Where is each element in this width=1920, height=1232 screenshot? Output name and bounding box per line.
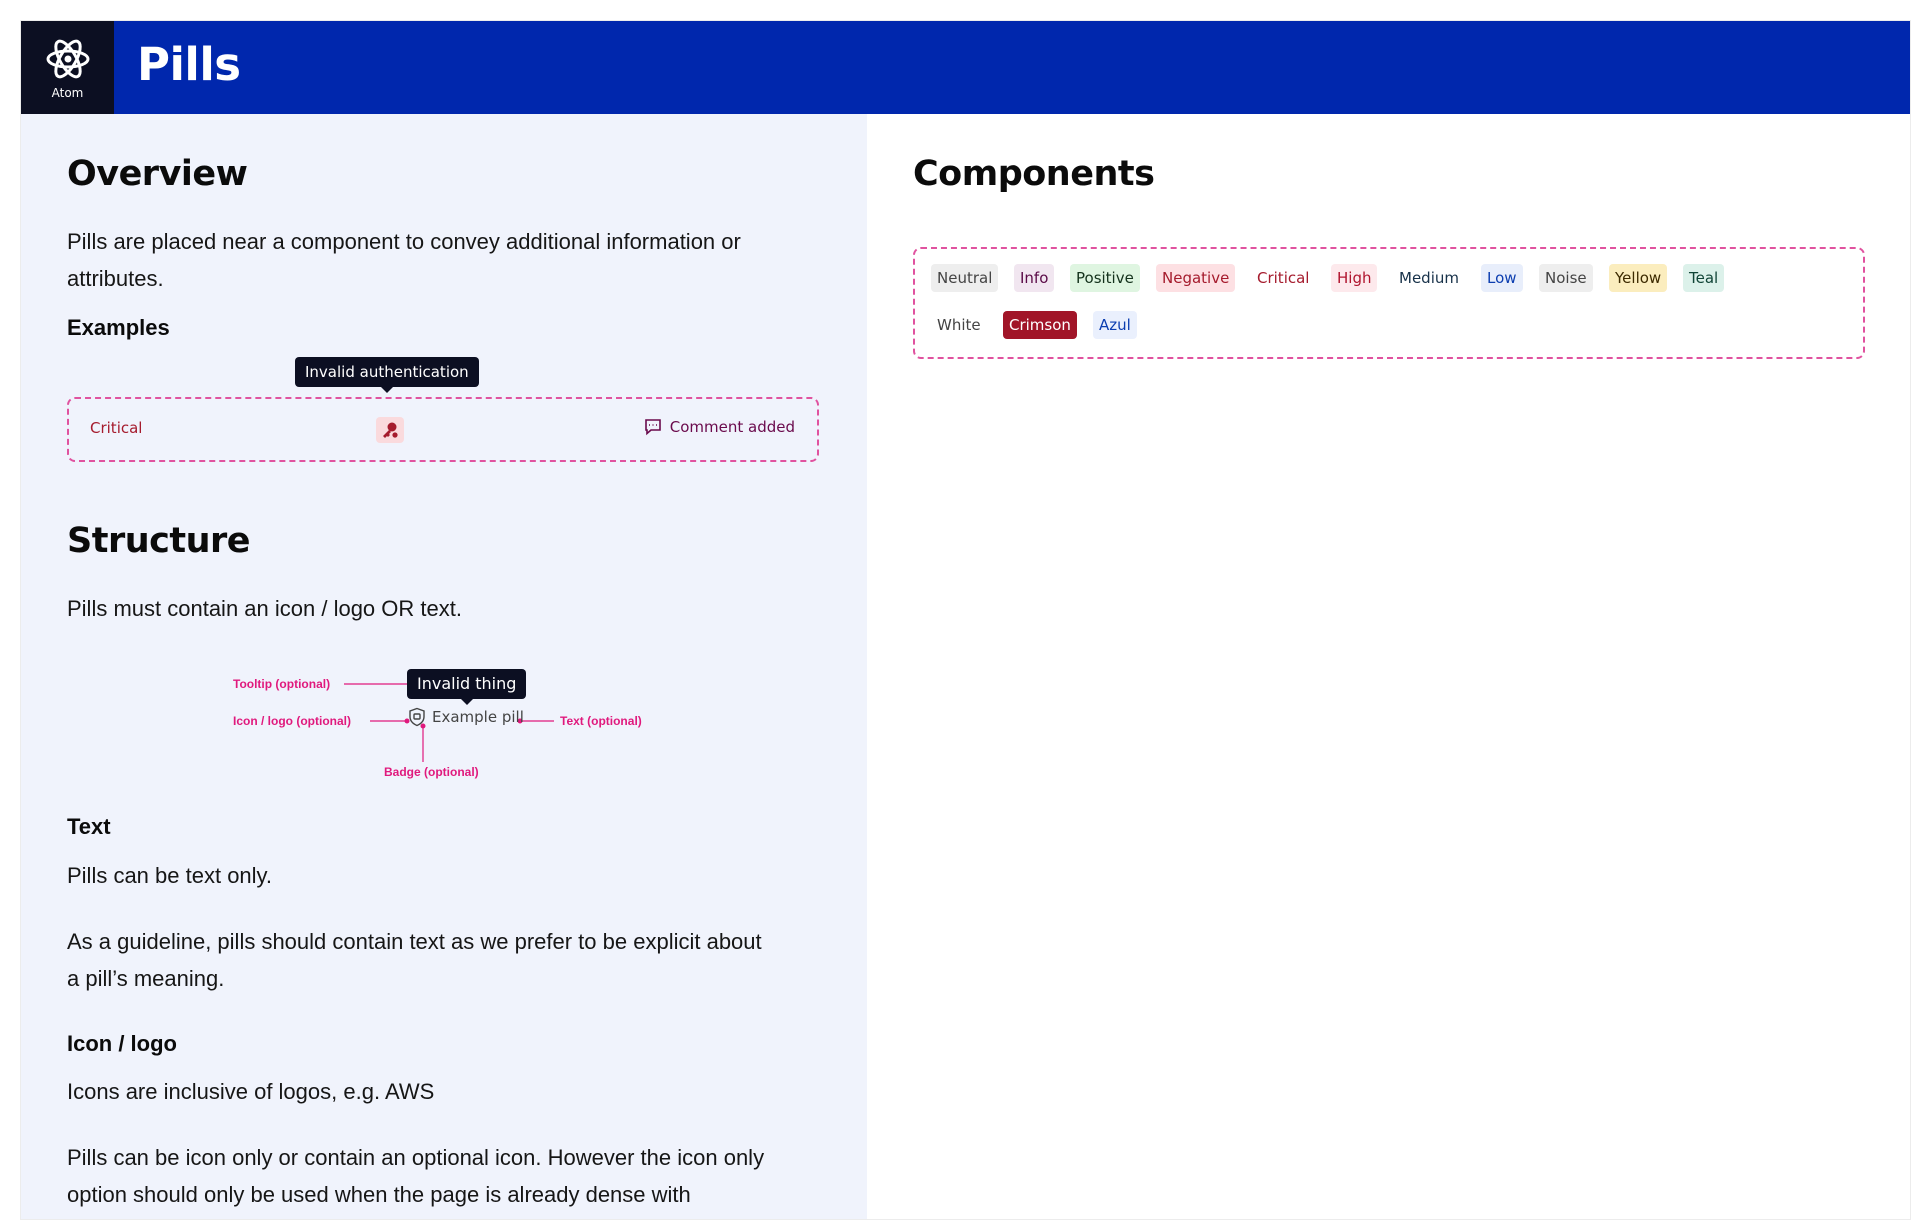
atom-icon <box>46 39 89 78</box>
text-annotation: Text (optional) <box>560 714 642 728</box>
pill-negative[interactable]: Negative <box>1156 264 1236 292</box>
icon-annotation: Icon / logo (optional) <box>233 714 351 728</box>
structure-heading: Structure <box>67 521 251 561</box>
pill-white[interactable]: White <box>931 311 987 339</box>
page-title: Pills <box>137 38 241 91</box>
comment-icon <box>644 419 661 436</box>
key-alert-pill[interactable] <box>376 417 404 443</box>
pill-positive[interactable]: Positive <box>1070 264 1140 292</box>
comment-added-pill[interactable]: Comment added <box>644 418 795 436</box>
structure-description: Pills must contain an icon / logo OR tex… <box>67 596 462 621</box>
page-frame: Atom Pills Overview Pills are placed nea… <box>20 20 1911 1220</box>
header-bar: Atom Pills <box>21 21 1910 114</box>
docs-panel: Overview Pills are placed near a compone… <box>21 114 867 1219</box>
logo-label: Atom <box>51 85 84 100</box>
examples-box: Critical Comment added <box>67 397 819 462</box>
icon-logo-heading: Icon / logo <box>67 1031 177 1056</box>
pill-high[interactable]: High <box>1331 264 1378 292</box>
icon-paragraph-1: Icons are inclusive of logos, e.g. AWS <box>67 1079 435 1104</box>
components-box: Neutral Info Positive Negative Critical High M… <box>913 247 1865 359</box>
pill-teal[interactable]: Teal <box>1683 264 1725 292</box>
invalid-thing-tooltip: Invalid thing <box>407 669 527 699</box>
pill-info[interactable]: Info <box>1014 264 1055 292</box>
pill-noise[interactable]: Noise <box>1539 264 1593 292</box>
text-paragraph-1: Pills can be text only. <box>67 863 273 888</box>
invalid-authentication-tooltip: Invalid authentication <box>295 357 479 387</box>
text-heading: Text <box>67 814 111 839</box>
atom-logo[interactable]: Atom <box>21 21 114 114</box>
pill-yellow[interactable]: Yellow <box>1609 264 1668 292</box>
icon-paragraph-2-line2: option should only be used when the page… <box>67 1182 691 1207</box>
tooltip-annotation: Tooltip (optional) <box>233 677 331 691</box>
pill-medium[interactable]: Medium <box>1393 264 1465 292</box>
pill-neutral[interactable]: Neutral <box>931 264 999 292</box>
text-paragraph-2-line2: a pill’s meaning. <box>67 966 225 991</box>
pill-crimson[interactable]: Crimson <box>1003 311 1077 339</box>
critical-pill[interactable]: Critical <box>90 419 142 437</box>
comment-label: Comment added <box>669 418 795 436</box>
overview-description-line2: attributes. <box>67 266 164 291</box>
pill-critical[interactable]: Critical <box>1251 264 1316 292</box>
components-heading: Components <box>913 154 1155 194</box>
example-pill-label: Example pill <box>432 708 524 726</box>
key-alert-icon <box>383 422 399 439</box>
overview-description-line1: Pills are placed near a component to con… <box>67 229 741 254</box>
text-paragraph-2-line1: As a guideline, pills should contain tex… <box>67 929 762 954</box>
examples-heading: Examples <box>67 315 170 340</box>
example-pill[interactable]: Example pill <box>402 704 530 730</box>
components-panel: Components Neutral Info Positive Negative Cr… <box>867 114 1910 1219</box>
badge-annotation: Badge (optional) <box>384 765 479 779</box>
pill-low[interactable]: Low <box>1481 264 1523 292</box>
overview-heading: Overview <box>67 154 248 194</box>
pill-azul[interactable]: Azul <box>1093 311 1137 339</box>
shield-icon <box>409 707 425 727</box>
icon-paragraph-2-line1: Pills can be icon only or contain an opt… <box>67 1145 765 1170</box>
